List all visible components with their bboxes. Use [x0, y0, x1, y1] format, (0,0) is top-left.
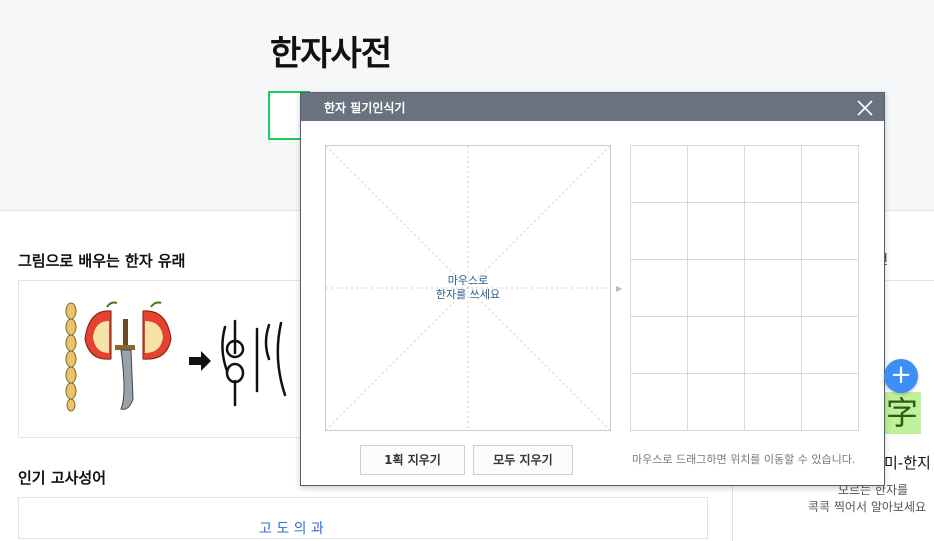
candidate-cell[interactable] — [802, 146, 859, 203]
candidate-cell[interactable] — [745, 203, 802, 260]
erase-stroke-button[interactable]: 1획 지우기 — [360, 445, 465, 475]
handwriting-modal[interactable]: 한자 필기인식기 마우스로 한자를 쓰세요 ▶ 1획 지우기 모두 지우기 마우… — [300, 92, 885, 486]
promo-line-2: 콕콕 찍어서 알아보세요 — [808, 500, 927, 514]
candidate-cell[interactable] — [745, 146, 802, 203]
candidate-cell[interactable] — [745, 374, 802, 431]
candidate-grid — [630, 145, 860, 432]
candidate-cell[interactable] — [631, 317, 688, 374]
candidate-cell[interactable] — [688, 260, 745, 317]
idiom-card[interactable]: 고 도 의 과 — [18, 497, 708, 539]
idiom-peek-text: 고 도 의 과 — [259, 521, 324, 537]
seal-script-icon — [221, 319, 287, 407]
origin-card[interactable] — [18, 280, 320, 438]
candidate-cell[interactable] — [631, 374, 688, 431]
candidate-cell[interactable] — [802, 260, 859, 317]
promo-title[interactable]: 미-한지 — [884, 452, 931, 473]
arrow-right-icon: ▶ — [616, 284, 623, 293]
candidate-cell[interactable] — [631, 146, 688, 203]
candidate-cell[interactable] — [802, 317, 859, 374]
candidate-cell[interactable] — [745, 317, 802, 374]
candidate-cell[interactable] — [802, 374, 859, 431]
arrow-right-icon — [189, 351, 211, 371]
char-tile[interactable]: 字 — [883, 392, 921, 434]
page-title: 한자사전 — [270, 34, 392, 74]
origin-illustration — [65, 301, 287, 412]
candidate-cell[interactable] — [688, 203, 745, 260]
candidate-cell[interactable] — [631, 260, 688, 317]
candidate-cell[interactable] — [802, 203, 859, 260]
modal-title: 한자 필기인식기 — [324, 101, 406, 115]
candidate-cell[interactable] — [631, 203, 688, 260]
candidate-cell[interactable] — [745, 260, 802, 317]
erase-all-button[interactable]: 모두 지우기 — [473, 445, 573, 475]
pad-hint: 마우스로 한자를 쓰세요 — [326, 274, 610, 302]
drag-hint: 마우스로 드래그하면 위치를 이동할 수 있습니다. — [632, 453, 856, 466]
origin-section-title: 그림으로 배우는 한자 유래 — [18, 252, 186, 270]
candidate-cell[interactable] — [688, 317, 745, 374]
plus-icon[interactable]: + — [884, 359, 918, 393]
rope-icon — [65, 302, 77, 412]
close-icon[interactable] — [856, 99, 874, 117]
modal-header[interactable]: 한자 필기인식기 — [301, 93, 884, 121]
pad-hint-line-1: 마우스로 — [447, 274, 489, 287]
drawing-pad[interactable]: 마우스로 한자를 쓰세요 — [325, 145, 611, 431]
pad-hint-line-2: 한자를 쓰세요 — [435, 288, 501, 301]
candidate-cell[interactable] — [688, 146, 745, 203]
sword-icon — [115, 319, 135, 410]
idiom-section-title: 인기 고사성어 — [18, 469, 107, 487]
candidate-cell[interactable] — [688, 374, 745, 431]
